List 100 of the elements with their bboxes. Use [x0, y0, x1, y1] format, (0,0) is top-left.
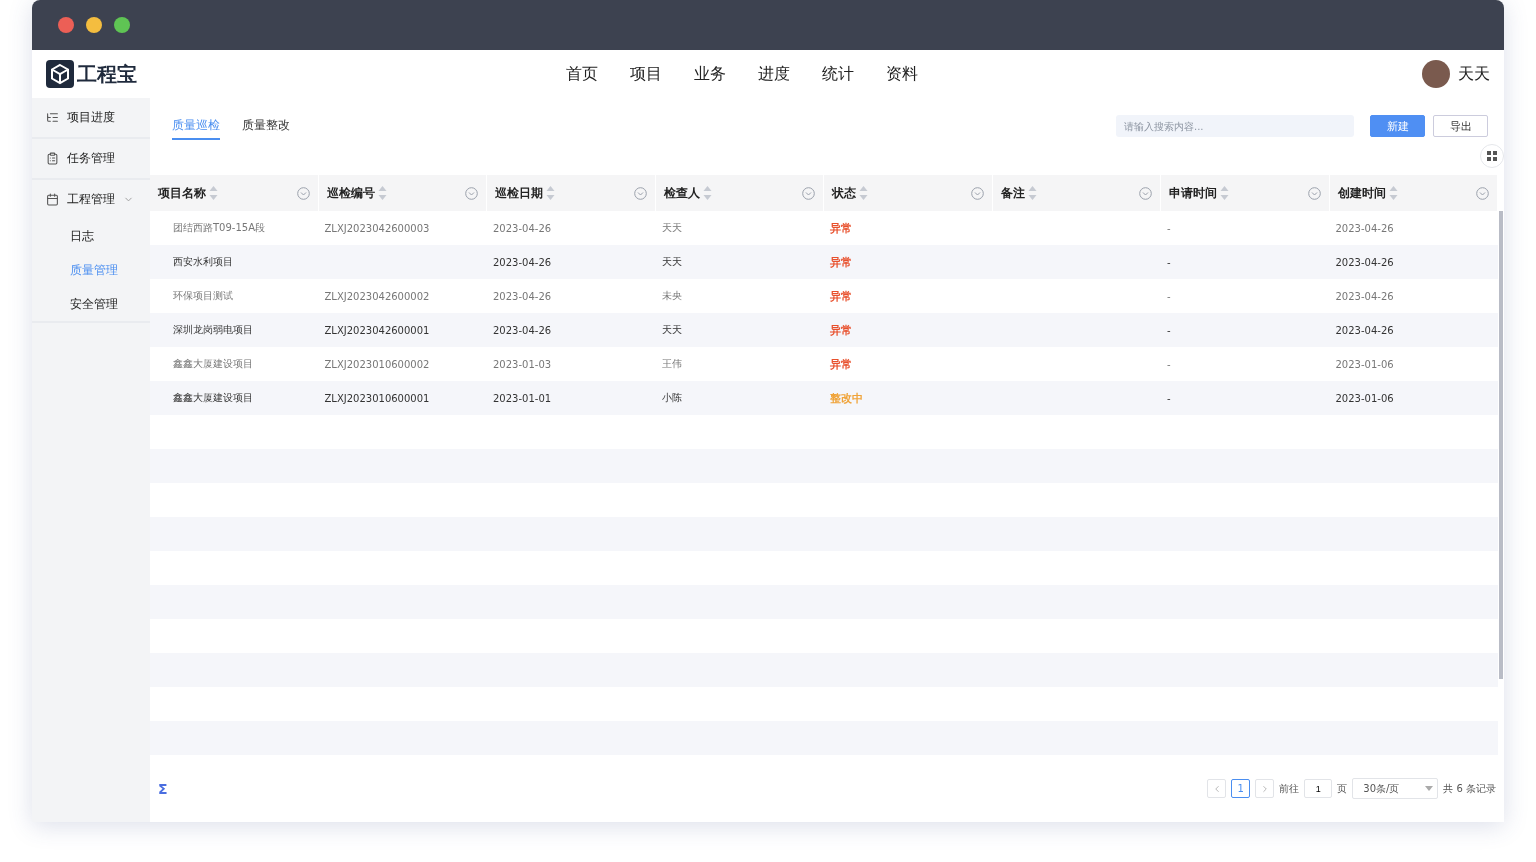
user-avatar[interactable] — [1422, 60, 1450, 88]
sort-icon[interactable] — [859, 185, 868, 201]
table-cell: - — [1167, 392, 1171, 404]
sort-icon[interactable] — [209, 185, 218, 201]
status-text: 异常 — [830, 322, 852, 338]
column-title: 状态 — [832, 184, 856, 202]
filter-circle-icon[interactable] — [970, 186, 984, 200]
table-cell: 鑫鑫大厦建设项目 — [173, 357, 253, 371]
filter-circle-icon[interactable] — [296, 186, 310, 200]
export-button[interactable]: 导出 — [1433, 115, 1488, 137]
table-cell: ZLXJ2023042600001 — [324, 324, 430, 336]
table-cell: - — [1167, 324, 1171, 336]
prev-page-button[interactable] — [1207, 779, 1227, 798]
table-cell: 2023-04-26 — [493, 290, 552, 302]
sidebar-subitem[interactable]: 安全管理 — [32, 287, 150, 321]
search-field[interactable]: 请输入搜索内容... — [1116, 115, 1354, 137]
table-cell: 西安水利项目 — [173, 255, 233, 269]
sort-icon[interactable] — [1027, 185, 1037, 201]
page-input[interactable]: 1 — [1304, 779, 1333, 798]
sidebar-item[interactable]: 项目进度 — [32, 98, 150, 137]
grid-icon — [1487, 151, 1497, 161]
tab[interactable]: 质量整改 — [242, 112, 290, 140]
user-name: 天天 — [1458, 63, 1490, 85]
total-count: 共 6 条记录 — [1443, 781, 1496, 796]
sort-icon[interactable] — [1220, 185, 1229, 201]
sort-icon[interactable] — [1388, 185, 1398, 201]
caret-icon — [1425, 786, 1434, 791]
sort-icon[interactable] — [702, 185, 712, 201]
table-cell: 环保项目测试 — [173, 289, 233, 303]
page-size-select[interactable]: 30条/页 — [1352, 778, 1439, 799]
status-text: 异常 — [830, 254, 852, 270]
table-cell: 深圳龙岗弱电项目 — [173, 323, 253, 337]
column-title: 项目名称 — [158, 184, 206, 202]
table-cell: 2023-04-26 — [493, 324, 552, 336]
table-cell: 小陈 — [661, 391, 682, 405]
table-cell: - — [1167, 256, 1171, 268]
table-cell: 王伟 — [661, 357, 682, 371]
cube-logo-icon — [46, 60, 74, 88]
nav-link[interactable]: 进度 — [758, 63, 790, 85]
table-cell: ZLXJ2023010600002 — [324, 358, 430, 370]
filter-circle-icon[interactable] — [465, 186, 478, 200]
table-cell: 2023-04-26 — [1335, 222, 1394, 234]
table-cell: ZLXJ2023010600001 — [324, 392, 430, 404]
column-title: 申请时间 — [1169, 184, 1217, 202]
nav-link[interactable]: 业务 — [694, 63, 726, 85]
nav-link[interactable]: 资料 — [886, 63, 918, 85]
table-cell: 2023-04-26 — [1335, 256, 1394, 268]
table-cell: 天天 — [661, 323, 682, 337]
table-cell: ZLXJ2023042600002 — [324, 290, 430, 302]
table-cell: 2023-04-26 — [493, 256, 552, 268]
list-icon — [46, 111, 59, 124]
table-cell: 2023-04-26 — [493, 222, 552, 234]
status-text: 异常 — [830, 220, 852, 236]
table-cell: 2023-04-26 — [1335, 290, 1394, 302]
table-cell: 天天 — [661, 255, 682, 269]
sum-sign: Σ — [158, 780, 169, 797]
sort-icon[interactable] — [546, 185, 555, 201]
goto-label: 前往 — [1279, 781, 1300, 796]
clipboard-icon — [46, 152, 59, 165]
filter-circle-icon[interactable] — [802, 186, 815, 200]
table-cell: - — [1167, 358, 1171, 370]
table-cell: - — [1167, 222, 1171, 234]
tab[interactable]: 质量巡检 — [172, 112, 220, 140]
table-cell: ZLXJ2023042600003 — [324, 222, 430, 234]
table-cell: 天天 — [661, 221, 682, 235]
status-text: 异常 — [830, 356, 852, 372]
filter-circle-icon[interactable] — [633, 186, 647, 200]
sidebar-item[interactable]: 工程管理 — [32, 180, 150, 219]
filter-circle-icon[interactable] — [1476, 186, 1489, 200]
minimize-dot[interactable] — [86, 17, 102, 33]
column-title: 巡检日期 — [495, 184, 543, 202]
maximize-dot[interactable] — [114, 17, 130, 33]
sidebar-item[interactable]: 任务管理 — [32, 139, 150, 178]
nav-link[interactable]: 统计 — [822, 63, 854, 85]
filter-circle-icon[interactable] — [1139, 186, 1152, 200]
table-cell: 2023-01-01 — [493, 392, 552, 404]
close-dot[interactable] — [58, 17, 74, 33]
table-cell: 鑫鑫大厦建设项目 — [173, 391, 253, 405]
status-text: 异常 — [830, 288, 852, 304]
nav-link[interactable]: 项目 — [630, 63, 662, 85]
table-cell: 2023-04-26 — [1335, 324, 1394, 336]
column-title: 备注 — [1000, 184, 1025, 202]
scrollbar[interactable] — [1499, 211, 1503, 679]
table-cell: 2023-01-06 — [1335, 358, 1394, 370]
layout-toggle-button[interactable] — [1480, 144, 1504, 168]
filter-circle-icon[interactable] — [1307, 186, 1321, 200]
status-text: 整改中 — [830, 390, 863, 406]
nav-link[interactable]: 首页 — [566, 63, 598, 85]
column-title: 创建时间 — [1337, 184, 1386, 202]
next-page-button[interactable] — [1255, 779, 1275, 798]
sidebar-subitem[interactable]: 日志 — [32, 219, 150, 253]
sort-icon[interactable] — [377, 185, 387, 201]
page-unit: 页 — [1337, 781, 1348, 796]
table-cell: 2023-01-03 — [493, 358, 552, 370]
table-cell: - — [1167, 290, 1171, 302]
brand-name: 工程宝 — [77, 60, 137, 88]
table-cell: 未央 — [661, 289, 682, 303]
calendar-icon — [46, 193, 59, 206]
column-title: 检查人 — [663, 184, 700, 202]
column-title: 巡检编号 — [326, 184, 375, 202]
